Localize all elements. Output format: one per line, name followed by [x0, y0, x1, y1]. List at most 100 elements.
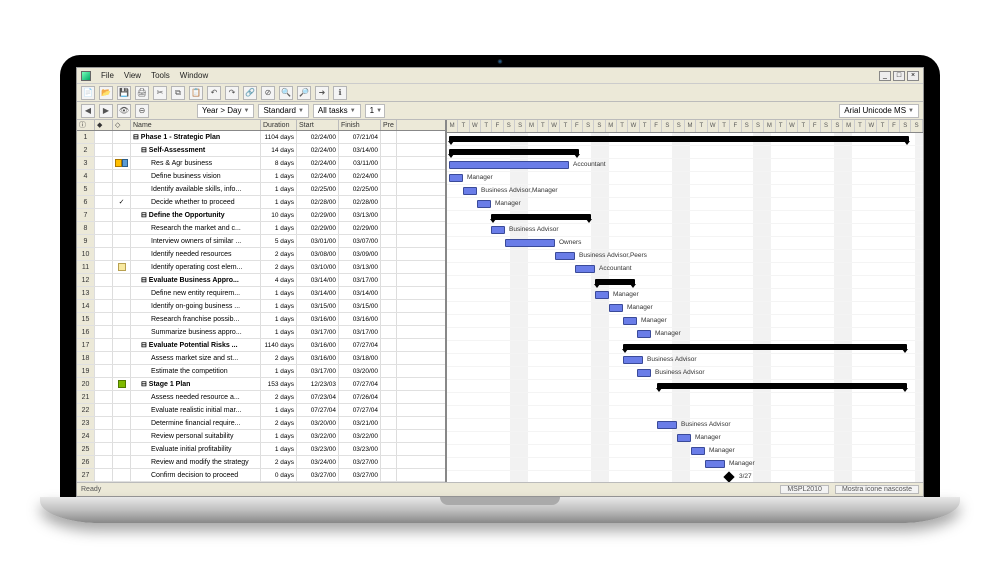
duration-cell[interactable]: 1 days [261, 300, 297, 312]
gantt-row[interactable]: Manager [447, 458, 923, 471]
pre-cell[interactable] [381, 157, 397, 169]
table-row[interactable]: 11Identify operating cost elem...2 days0… [77, 261, 445, 274]
pre-cell[interactable] [381, 391, 397, 403]
gantt-row[interactable]: Manager [447, 172, 923, 185]
task-name-cell[interactable]: Assess needed resource a... [131, 391, 261, 403]
task-bar[interactable] [555, 252, 575, 260]
gantt-row[interactable] [447, 341, 923, 354]
duration-cell[interactable]: 14 days [261, 144, 297, 156]
task-name-cell[interactable]: Identify on-going business ... [131, 300, 261, 312]
row-index[interactable]: 5 [77, 183, 95, 195]
finish-cell[interactable]: 03/17/00 [339, 274, 381, 286]
table-row[interactable]: 26Review and modify the strategy2 days03… [77, 456, 445, 469]
table-row[interactable]: 23Determine financial require...2 days03… [77, 417, 445, 430]
duration-cell[interactable]: 1 days [261, 365, 297, 377]
start-cell[interactable]: 02/25/00 [297, 183, 339, 195]
font-combo[interactable]: Arial Unicode MS ▼ [839, 104, 919, 118]
task-name-cell[interactable]: ⊟ Define the Opportunity [131, 209, 261, 221]
pre-cell[interactable] [381, 417, 397, 429]
duration-cell[interactable]: 2 days [261, 352, 297, 364]
table-row[interactable]: 20⊟ Stage 1 Plan153 days12/23/0307/27/04 [77, 378, 445, 391]
gantt-row[interactable]: Manager [447, 445, 923, 458]
start-cell[interactable]: 03/15/00 [297, 300, 339, 312]
summary-bar[interactable] [491, 214, 591, 220]
task-name-cell[interactable]: Review and modify the strategy [131, 456, 261, 468]
duration-cell[interactable]: 5 days [261, 235, 297, 247]
start-cell[interactable]: 02/24/00 [297, 131, 339, 143]
row-index[interactable]: 9 [77, 235, 95, 247]
task-name-cell[interactable]: ⊟ Evaluate Business Appro... [131, 274, 261, 286]
zoom-in-icon[interactable]: 🔍 [279, 86, 293, 100]
timescale-combo[interactable]: Year > Day ▼ [197, 104, 254, 118]
gantt-row[interactable]: Business Advisor,Manager [447, 185, 923, 198]
gantt-row[interactable]: 3/27 [447, 471, 923, 482]
start-cell[interactable]: 03/08/00 [297, 248, 339, 260]
pre-cell[interactable] [381, 326, 397, 338]
gantt-row[interactable]: Manager [447, 198, 923, 211]
duration-cell[interactable]: 1 days [261, 313, 297, 325]
table-row[interactable]: 6✓Decide whether to proceed1 days02/28/0… [77, 196, 445, 209]
table-row[interactable]: 17⊟ Evaluate Potential Risks ...1140 day… [77, 339, 445, 352]
task-name-cell[interactable]: Res & Agr business [131, 157, 261, 169]
pre-cell[interactable] [381, 443, 397, 455]
finish-cell[interactable]: 03/18/00 [339, 352, 381, 364]
finish-cell[interactable]: 03/11/00 [339, 157, 381, 169]
header-indicator[interactable]: ⓘ [77, 120, 95, 130]
table-row[interactable]: 9Interview owners of similar ...5 days03… [77, 235, 445, 248]
gantt-row[interactable]: Business Advisor [447, 354, 923, 367]
duration-cell[interactable]: 2 days [261, 456, 297, 468]
finish-cell[interactable]: 07/26/04 [339, 391, 381, 403]
duration-cell[interactable]: 1 days [261, 183, 297, 195]
start-cell[interactable]: 02/29/00 [297, 222, 339, 234]
pre-cell[interactable] [381, 170, 397, 182]
pre-cell[interactable] [381, 196, 397, 208]
duration-cell[interactable]: 153 days [261, 378, 297, 390]
gantt-row[interactable] [447, 380, 923, 393]
finish-cell[interactable]: 07/27/04 [339, 339, 381, 351]
header-icon2[interactable]: ◇ [113, 120, 131, 130]
start-cell[interactable]: 03/20/00 [297, 417, 339, 429]
start-cell[interactable]: 02/28/00 [297, 196, 339, 208]
start-cell[interactable]: 07/23/04 [297, 391, 339, 403]
row-index[interactable]: 27 [77, 469, 95, 481]
task-bar[interactable] [637, 330, 651, 338]
row-index[interactable]: 4 [77, 170, 95, 182]
gantt-row[interactable]: Owners [447, 237, 923, 250]
menu-file[interactable]: File [101, 71, 114, 80]
save-icon[interactable]: 💾 [117, 86, 131, 100]
summary-bar[interactable] [449, 136, 909, 142]
row-index[interactable]: 20 [77, 378, 95, 390]
close-button[interactable]: × [907, 71, 919, 81]
task-name-cell[interactable]: Assess market size and st... [131, 352, 261, 364]
row-index[interactable]: 24 [77, 430, 95, 442]
menu-window[interactable]: Window [180, 71, 208, 80]
task-name-cell[interactable]: Summarize business appro... [131, 326, 261, 338]
pre-cell[interactable] [381, 209, 397, 221]
header-duration[interactable]: Duration [261, 120, 297, 130]
outdent-icon[interactable]: ◀ [81, 104, 95, 118]
duration-cell[interactable]: 1 days [261, 404, 297, 416]
gantt-row[interactable]: Manager [447, 432, 923, 445]
gantt-row[interactable] [447, 276, 923, 289]
gantt-body[interactable]: AccountantManagerBusiness Advisor,Manage… [447, 133, 923, 482]
table-row[interactable]: 4Define business vision1 days02/24/0002/… [77, 170, 445, 183]
view-combo[interactable]: Standard ▼ [258, 104, 308, 118]
task-name-cell[interactable]: ⊟ Phase 1 - Strategic Plan [131, 131, 261, 143]
status-box-format[interactable]: MSPL2010 [780, 485, 829, 494]
task-bar[interactable] [449, 174, 463, 182]
gantt-row[interactable]: Business Advisor,Peers [447, 250, 923, 263]
finish-cell[interactable]: 02/25/00 [339, 183, 381, 195]
table-row[interactable]: 3Res & Agr business8 days02/24/0003/11/0… [77, 157, 445, 170]
duration-cell[interactable]: 1140 days [261, 339, 297, 351]
task-name-cell[interactable]: Research franchise possib... [131, 313, 261, 325]
task-bar[interactable] [609, 304, 623, 312]
task-bar[interactable] [657, 421, 677, 429]
task-bar[interactable] [623, 356, 643, 364]
pre-cell[interactable] [381, 131, 397, 143]
unlink-icon[interactable]: ⊘ [261, 86, 275, 100]
link-icon[interactable]: 🔗 [243, 86, 257, 100]
finish-cell[interactable]: 03/09/00 [339, 248, 381, 260]
maximize-button[interactable]: □ [893, 71, 905, 81]
start-cell[interactable]: 03/17/00 [297, 326, 339, 338]
row-index[interactable]: 8 [77, 222, 95, 234]
